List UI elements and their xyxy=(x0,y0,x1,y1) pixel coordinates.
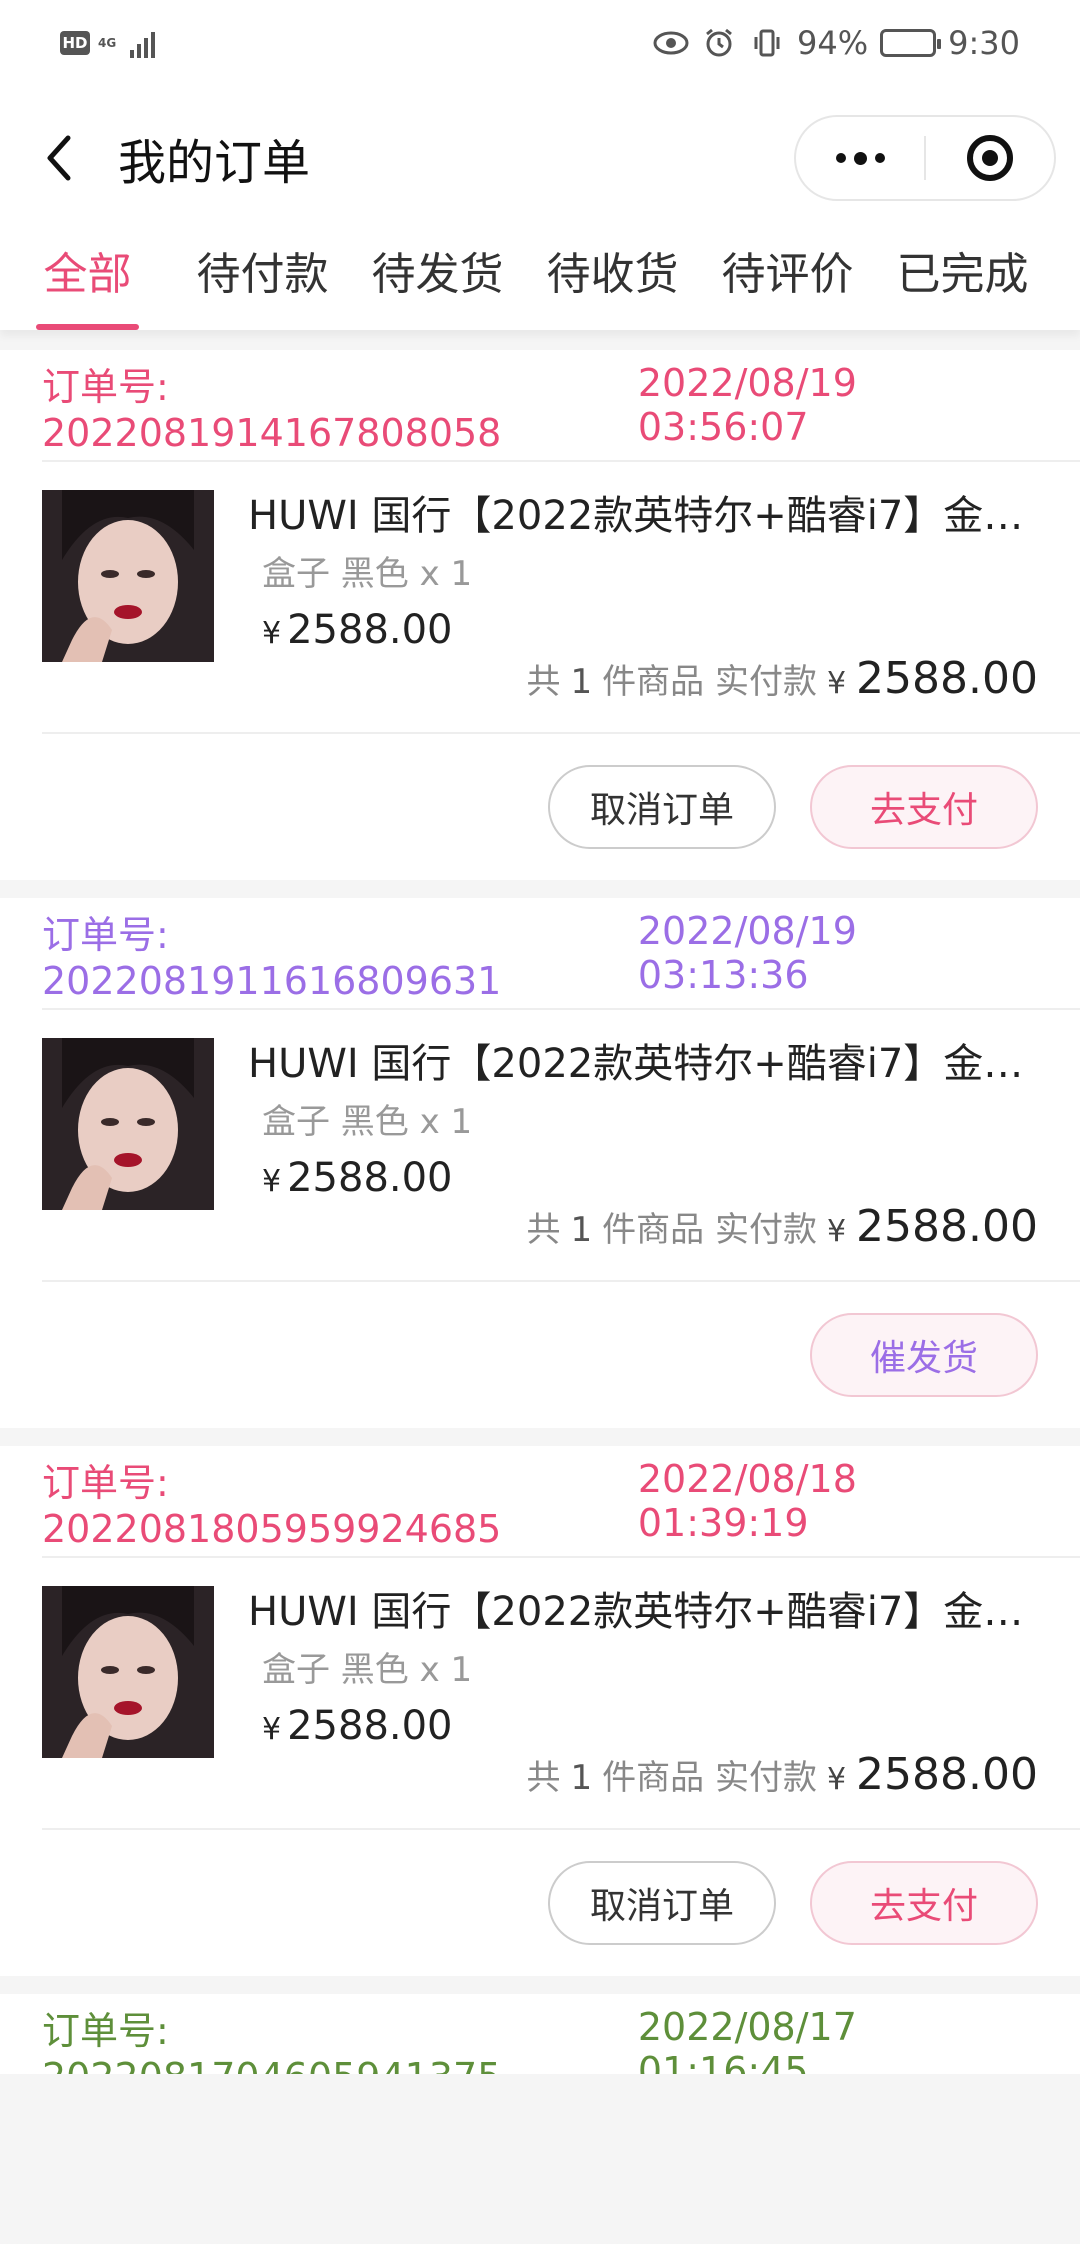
order-actions: 取消订单 去支付 xyxy=(42,1828,1080,1976)
order-actions: 催发货 xyxy=(42,1280,1080,1428)
order-total: 2588.00 xyxy=(856,1201,1038,1252)
product-price: ¥2588.00 xyxy=(262,607,453,653)
tab-pending-receipt[interactable]: 待收货 xyxy=(525,230,700,330)
order-header: 订单号: 2022081704605941375 2022/08/17 01:1… xyxy=(42,1994,1080,2074)
product-title: HUWI 国行【2022款英特尔+酷睿i7】金… xyxy=(248,1041,1024,1087)
product-spec: 盒子 黑色 x 1 xyxy=(262,554,473,594)
order-date: 2022/08/19 03:56:07 xyxy=(637,361,857,449)
pay-button[interactable]: 去支付 xyxy=(810,1861,1038,1945)
product-price: ¥2588.00 xyxy=(262,1703,453,1749)
order-number: 订单号: 2022081911616809631 xyxy=(42,912,502,1003)
more-dots-icon xyxy=(835,151,885,165)
urge-shipment-button[interactable]: 催发货 xyxy=(810,1313,1038,1397)
order-summary: 共 1 件商品 实付款 ¥ 2588.00 xyxy=(526,1201,1039,1252)
back-button[interactable] xyxy=(38,128,78,188)
order-card[interactable]: 订单号: 2022081704605941375 2022/08/17 01:1… xyxy=(0,1994,1080,2074)
hd-icon: HD xyxy=(60,31,90,55)
order-header: 订单号: 2022081911616809631 2022/08/19 03:1… xyxy=(42,898,1080,1010)
order-card[interactable]: 订单号: 2022081914167808058 2022/08/19 03:5… xyxy=(0,350,1080,880)
tab-all[interactable]: 全部 xyxy=(0,230,175,330)
order-tabs: 全部 待付款 待发货 待收货 待评价 已完成 xyxy=(0,230,1080,330)
product-title: HUWI 国行【2022款英特尔+酷睿i7】金… xyxy=(248,493,1024,539)
tab-pending-payment[interactable]: 待付款 xyxy=(175,230,350,330)
order-card[interactable]: 订单号: 2022081911616809631 2022/08/19 03:1… xyxy=(0,898,1080,1428)
order-item[interactable]: HUWI 国行【2022款英特尔+酷睿i7】金… 盒子 黑色 x 1 ¥2588… xyxy=(42,1010,1080,1280)
order-date: 2022/08/17 01:16:45 xyxy=(637,2005,857,2074)
order-item[interactable]: HUWI 国行【2022款英特尔+酷睿i7】金… 盒子 黑色 x 1 ¥2588… xyxy=(42,1558,1080,1828)
tab-pending-review[interactable]: 待评价 xyxy=(700,230,875,330)
network-type: 4G xyxy=(98,36,117,50)
target-icon xyxy=(967,135,1013,181)
product-image[interactable] xyxy=(42,490,214,662)
order-item[interactable]: HUWI 国行【2022款英特尔+酷睿i7】金… 盒子 黑色 x 1 ¥2588… xyxy=(42,462,1080,732)
alarm-icon xyxy=(701,27,737,59)
order-header: 订单号: 2022081805959924685 2022/08/18 01:3… xyxy=(42,1446,1080,1558)
order-actions: 取消订单 去支付 xyxy=(42,732,1080,880)
order-number: 订单号: 2022081914167808058 xyxy=(42,364,502,455)
product-price: ¥2588.00 xyxy=(262,1155,453,1201)
product-spec: 盒子 黑色 x 1 xyxy=(262,1102,473,1142)
order-number: 订单号: 2022081704605941375 xyxy=(42,2008,501,2075)
more-button[interactable] xyxy=(796,117,924,199)
status-bar: HD 4G 94% 9:30 xyxy=(0,0,1080,86)
mini-program-capsule xyxy=(794,115,1056,201)
nav-bar: 我的订单 xyxy=(0,86,1080,230)
chevron-left-icon xyxy=(47,135,71,181)
order-date: 2022/08/19 03:13:36 xyxy=(637,909,857,997)
order-date: 2022/08/18 01:39:19 xyxy=(637,1457,857,1545)
order-number: 订单号: 2022081805959924685 xyxy=(42,1460,502,1551)
product-image[interactable] xyxy=(42,1038,214,1210)
status-right: 94% 9:30 xyxy=(653,24,1020,62)
tab-completed[interactable]: 已完成 xyxy=(875,230,1050,330)
cancel-order-button[interactable]: 取消订单 xyxy=(548,765,776,849)
order-summary: 共 1 件商品 实付款 ¥ 2588.00 xyxy=(526,653,1039,704)
tab-pending-shipment[interactable]: 待发货 xyxy=(350,230,525,330)
vibrate-icon xyxy=(749,27,785,59)
order-header: 订单号: 2022081914167808058 2022/08/19 03:5… xyxy=(42,350,1080,462)
battery-percent: 94% xyxy=(797,24,869,62)
product-spec: 盒子 黑色 x 1 xyxy=(262,1650,473,1690)
eye-icon xyxy=(653,27,689,59)
product-title: HUWI 国行【2022款英特尔+酷睿i7】金… xyxy=(248,1589,1024,1635)
order-total: 2588.00 xyxy=(856,653,1038,704)
page-title: 我的订单 xyxy=(118,135,311,191)
status-left: HD 4G xyxy=(60,28,156,58)
clock-time: 9:30 xyxy=(948,24,1020,62)
order-card[interactable]: 订单号: 2022081805959924685 2022/08/18 01:3… xyxy=(0,1446,1080,1976)
close-mini-program-button[interactable] xyxy=(926,117,1054,199)
product-image[interactable] xyxy=(42,1586,214,1758)
order-total: 2588.00 xyxy=(856,1749,1038,1800)
battery-icon xyxy=(880,29,942,57)
cancel-order-button[interactable]: 取消订单 xyxy=(548,1861,776,1945)
order-list: 订单号: 2022081914167808058 2022/08/19 03:5… xyxy=(0,330,1080,2074)
signal-icon xyxy=(130,28,156,58)
pay-button[interactable]: 去支付 xyxy=(810,765,1038,849)
order-summary: 共 1 件商品 实付款 ¥ 2588.00 xyxy=(526,1749,1039,1800)
